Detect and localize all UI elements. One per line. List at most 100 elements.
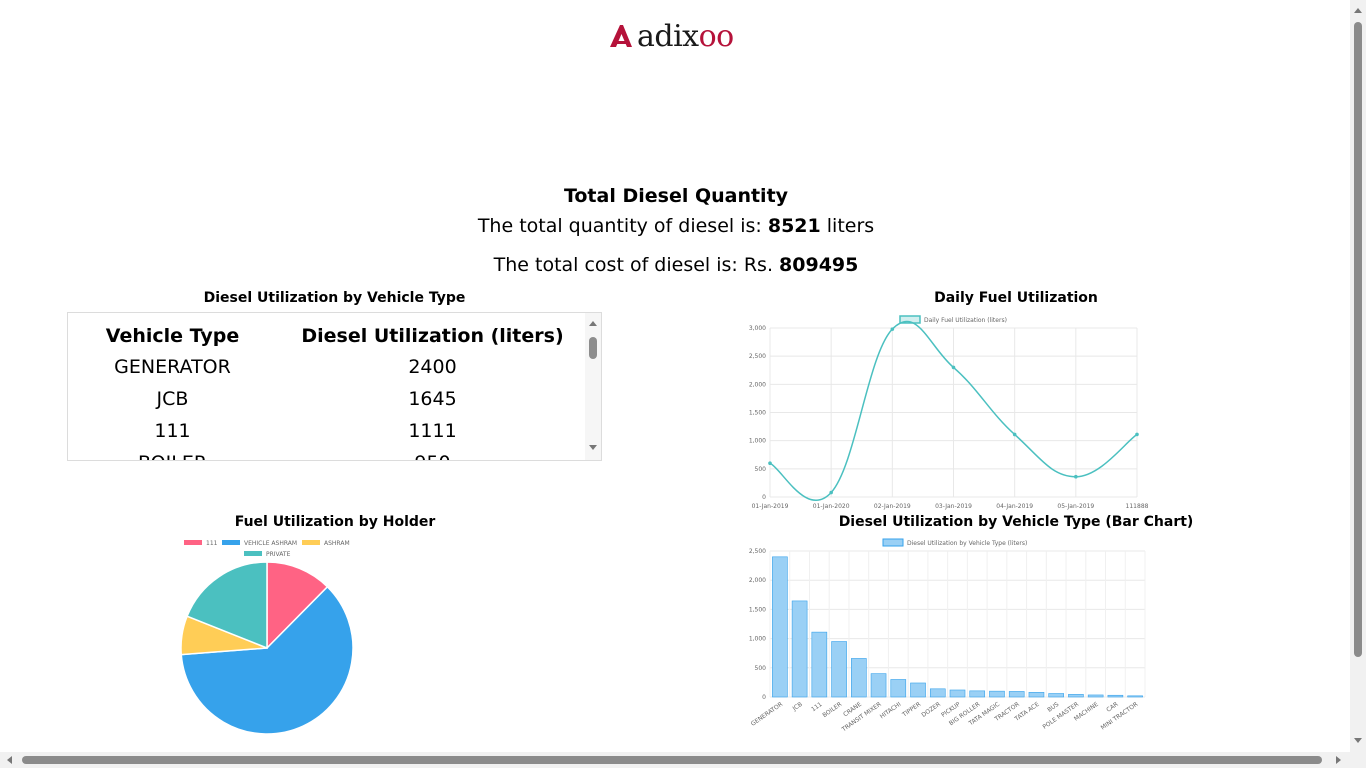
data-point: [951, 365, 956, 370]
table-row: JCB 1645: [68, 383, 588, 415]
y-tick-label: 3,000: [749, 325, 766, 332]
bar: [870, 673, 887, 698]
x-tick-label: TIPPER: [900, 701, 922, 719]
x-tick-label: BOILER: [821, 701, 843, 719]
data-point: [1135, 432, 1139, 437]
page-horizontal-scrollbar-thumb[interactable]: [22, 756, 1322, 764]
y-tick-label: 0: [762, 494, 766, 501]
bar: [772, 556, 788, 698]
data-point: [1074, 474, 1078, 479]
x-tick-label: 05-Jan-2019: [1057, 503, 1094, 510]
table-row: 111 1111: [68, 415, 588, 447]
y-tick-label: 500: [755, 466, 767, 473]
page-scroll-left-icon[interactable]: [7, 756, 12, 764]
total-cost-text: The total cost of diesel is: Rs. 809495: [493, 254, 859, 276]
page-scroll-down-icon[interactable]: [1354, 738, 1362, 743]
page-scroll-up-icon[interactable]: [1354, 8, 1362, 13]
y-tick-label: 2,500: [749, 353, 766, 360]
y-tick-label: 2,000: [749, 381, 766, 388]
summary-title: Total Diesel Quantity: [563, 185, 789, 207]
scroll-up-arrow-icon[interactable]: [589, 321, 597, 326]
page-vertical-scrollbar-thumb[interactable]: [1354, 22, 1362, 657]
vehicle-type-cell: GENERATOR: [114, 356, 231, 378]
x-tick-label: HITACHI: [879, 701, 903, 721]
vehicle-type-cell: BOILER: [68, 447, 277, 460]
bar: [969, 690, 986, 698]
legend-label: ASHRAM: [324, 540, 350, 547]
x-tick-label: JCB: [791, 701, 804, 713]
legend-label: PRIVATE: [266, 551, 291, 558]
total-quantity-value: 8521: [767, 215, 821, 237]
bar: [831, 641, 847, 698]
x-tick-label: 111: [810, 701, 824, 713]
legend-label: VEHICLE ASHRAM: [244, 540, 297, 547]
utilization-cell: 950: [277, 447, 588, 460]
x-tick-label: 02-Jan-2019: [874, 503, 911, 510]
utilization-cell: 1111: [408, 420, 457, 442]
y-tick-label: 1,500: [749, 410, 766, 417]
y-tick-label: 0: [762, 694, 766, 701]
holder-pie-chart: 111 VEHICLE ASHRAM ASHRAM PRIVATE: [180, 540, 354, 735]
legend-swatch: [184, 540, 202, 545]
table-scrollbar[interactable]: [585, 313, 601, 460]
bar-chart-title: Diesel Utilization by Vehicle Type (Bar …: [838, 514, 1194, 530]
vehicle-bar-chart: Diesel Utilization by Vehicle Type (lite…: [749, 538, 1146, 734]
x-tick-label: GENERATOR: [750, 701, 784, 728]
vehicle-table-container[interactable]: Vehicle Type Diesel Utilization (liters)…: [67, 312, 602, 461]
bar: [1008, 691, 1025, 698]
bar: [1127, 695, 1143, 698]
vehicle-type-cell: 111: [154, 420, 191, 442]
x-tick-label: 111888: [1126, 503, 1149, 510]
scroll-down-arrow-icon[interactable]: [589, 445, 597, 450]
x-tick-label: 03-Jan-2019: [935, 503, 972, 510]
y-tick-label: 1,500: [749, 606, 766, 613]
bar: [929, 688, 946, 698]
page-vertical-scrollbar[interactable]: [1350, 0, 1366, 752]
x-tick-label: 01-Jan-2019: [752, 503, 789, 510]
data-point: [890, 327, 895, 331]
page-horizontal-scrollbar[interactable]: [0, 752, 1350, 768]
legend-label: Diesel Utilization by Vehicle Type (lite…: [907, 540, 1027, 547]
daily-chart-title: Daily Fuel Utilization: [934, 290, 1098, 306]
legend-label: 111: [206, 540, 218, 547]
vehicle-table: Vehicle Type Diesel Utilization (liters)…: [68, 321, 588, 460]
data-point: [768, 461, 772, 465]
x-tick-label: DOZER: [920, 701, 942, 719]
table-header-row: Vehicle Type Diesel Utilization (liters): [68, 321, 588, 351]
table-scrollbar-thumb[interactable]: [589, 337, 597, 359]
legend-swatch: [244, 551, 262, 556]
y-tick-label: 1,000: [749, 438, 766, 445]
utilization-cell: 2400: [408, 356, 457, 378]
y-tick-label: 2,500: [749, 548, 766, 555]
utilization-cell: 1645: [408, 388, 457, 410]
daily-fuel-line-chart: Daily Fuel Utilization (liters) 0 500 1,000…: [749, 315, 1149, 510]
bar: [811, 631, 828, 698]
logo-text: adixoo: [637, 18, 734, 54]
data-point: [1012, 432, 1017, 437]
bar: [1048, 693, 1064, 698]
bar: [949, 689, 966, 698]
page-scroll-right-icon[interactable]: [1336, 756, 1341, 764]
bar: [1087, 694, 1104, 698]
bar: [890, 679, 907, 698]
x-tick-label: CAR: [1105, 701, 1119, 714]
y-tick-label: 500: [755, 665, 767, 672]
table-row: BOILER 950: [68, 447, 588, 460]
total-quantity-text: The total quantity of diesel is: 8521 li…: [477, 215, 875, 237]
bar: [1107, 694, 1124, 698]
table-row: GENERATOR 2400: [68, 351, 588, 383]
adixoo-logo: adixoo: [608, 18, 734, 54]
legend-label: Daily Fuel Utilization (liters): [924, 317, 1007, 324]
logo-mark-icon: [610, 25, 632, 47]
x-tick-label: 01-Jan-2020: [813, 503, 850, 510]
vehicle-table-title: Diesel Utilization by Vehicle Type: [203, 290, 466, 306]
legend-swatch: [882, 538, 904, 547]
bar: [989, 690, 1005, 698]
scrollbar-corner: [1350, 752, 1366, 768]
column-header-diesel-utilization: Diesel Utilization (liters): [301, 325, 564, 347]
x-tick-label: BUS: [1046, 701, 1060, 714]
total-cost-value: 809495: [779, 254, 859, 276]
bar: [910, 682, 926, 698]
x-tick-label: 04-Jan-2019: [996, 503, 1033, 510]
legend-swatch: [302, 540, 320, 545]
